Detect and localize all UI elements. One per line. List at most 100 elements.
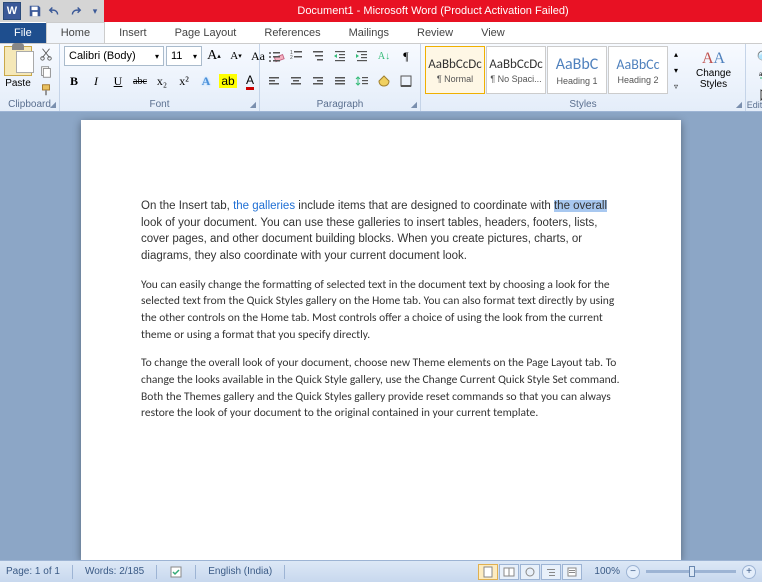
print-layout-view-icon[interactable] bbox=[478, 564, 498, 580]
clipboard-dialog-launcher-icon[interactable]: ◢ bbox=[50, 100, 56, 109]
format-painter-icon[interactable] bbox=[37, 82, 55, 98]
redo-icon[interactable] bbox=[66, 2, 84, 20]
zoom-level[interactable]: 100% bbox=[594, 566, 620, 577]
zoom-in-button[interactable]: + bbox=[742, 565, 756, 579]
group-label-paragraph: Paragraph bbox=[260, 99, 420, 110]
group-paragraph: 12 A↓ ¶ Paragraph ◢ bbox=[260, 44, 421, 111]
style-heading-1[interactable]: AaBbCHeading 1 bbox=[547, 46, 607, 94]
group-label-styles: Styles bbox=[421, 99, 745, 110]
font-size-combo[interactable]: 11▾ bbox=[166, 46, 202, 66]
status-words[interactable]: Words: 2/185 bbox=[85, 566, 144, 577]
ribbon: Paste Clipboard ◢ Calibri (Body)▾ 11▾ A▴… bbox=[0, 44, 762, 112]
subscript-button[interactable]: x₂ bbox=[152, 71, 172, 91]
status-language[interactable]: English (India) bbox=[208, 566, 272, 577]
group-label-font: Font bbox=[60, 99, 259, 110]
highlight-button[interactable]: ab bbox=[218, 71, 238, 91]
quick-access-toolbar: ▾ bbox=[26, 2, 104, 20]
cut-icon[interactable] bbox=[37, 46, 55, 62]
zoom-control: 100% − + bbox=[594, 565, 756, 579]
sort-button[interactable]: A↓ bbox=[374, 46, 394, 66]
group-styles: AaBbCcDc¶ Normal AaBbCcDc¶ No Spaci... A… bbox=[421, 44, 746, 111]
word-app-icon: W bbox=[3, 2, 21, 20]
title-bar: W ▾ Document1 - Microsoft Word (Product … bbox=[0, 0, 762, 22]
font-dialog-launcher-icon[interactable]: ◢ bbox=[250, 100, 256, 109]
line-spacing-button[interactable] bbox=[352, 71, 372, 91]
selected-text: the overall bbox=[554, 200, 607, 212]
svg-text:2: 2 bbox=[290, 55, 293, 61]
align-right-button[interactable] bbox=[308, 71, 328, 91]
find-icon[interactable]: 🔍 bbox=[757, 50, 762, 66]
copy-icon[interactable] bbox=[37, 64, 55, 80]
tab-insert[interactable]: Insert bbox=[105, 23, 161, 43]
view-buttons bbox=[478, 564, 582, 580]
superscript-button[interactable]: x² bbox=[174, 71, 194, 91]
zoom-slider-thumb[interactable] bbox=[689, 566, 695, 577]
paragraph-1[interactable]: On the Insert tab, the galleries include… bbox=[141, 198, 621, 265]
ribbon-tabs: File Home Insert Page Layout References … bbox=[0, 22, 762, 44]
paragraph-2[interactable]: You can easily change the formatting of … bbox=[141, 277, 621, 344]
zoom-slider[interactable] bbox=[646, 570, 736, 573]
align-left-button[interactable] bbox=[264, 71, 284, 91]
align-center-button[interactable] bbox=[286, 71, 306, 91]
styles-dialog-launcher-icon[interactable]: ◢ bbox=[736, 100, 742, 109]
shrink-font-button[interactable]: A▾ bbox=[226, 46, 246, 66]
paste-icon bbox=[4, 46, 32, 76]
styles-scroll-up-icon[interactable]: ▴ bbox=[669, 46, 683, 62]
change-styles-icon: AA bbox=[702, 50, 725, 68]
italic-button[interactable]: I bbox=[86, 71, 106, 91]
grow-font-button[interactable]: A▴ bbox=[204, 46, 224, 66]
paste-button[interactable]: Paste bbox=[4, 46, 32, 89]
justify-button[interactable] bbox=[330, 71, 350, 91]
web-layout-view-icon[interactable] bbox=[520, 564, 540, 580]
document-page[interactable]: On the Insert tab, the galleries include… bbox=[81, 120, 681, 560]
document-workspace: On the Insert tab, the galleries include… bbox=[0, 112, 762, 560]
group-editing: 🔍 ab Editing bbox=[746, 44, 762, 111]
hyperlink-galleries[interactable]: the galleries bbox=[233, 200, 295, 212]
tab-mailings[interactable]: Mailings bbox=[335, 23, 403, 43]
tab-references[interactable]: References bbox=[250, 23, 334, 43]
strikethrough-button[interactable]: abc bbox=[130, 71, 150, 91]
style-normal[interactable]: AaBbCcDc¶ Normal bbox=[425, 46, 485, 94]
save-icon[interactable] bbox=[26, 2, 44, 20]
multilevel-list-button[interactable] bbox=[308, 46, 328, 66]
group-label-editing: Editing bbox=[746, 100, 762, 110]
status-page[interactable]: Page: 1 of 1 bbox=[6, 566, 60, 577]
bold-button[interactable]: B bbox=[64, 71, 84, 91]
group-font: Calibri (Body)▾ 11▾ A▴ A▾ Aa B I U abc x… bbox=[60, 44, 260, 111]
shading-button[interactable] bbox=[374, 71, 394, 91]
style-no-spacing[interactable]: AaBbCcDc¶ No Spaci... bbox=[486, 46, 546, 94]
text-effects-button[interactable]: A bbox=[196, 71, 216, 91]
undo-icon[interactable] bbox=[46, 2, 64, 20]
replace-icon[interactable]: ab bbox=[758, 70, 762, 85]
bullets-button[interactable] bbox=[264, 46, 284, 66]
styles-more-icon[interactable]: ▿ bbox=[669, 78, 683, 94]
show-hide-button[interactable]: ¶ bbox=[396, 46, 416, 66]
decrease-indent-button[interactable] bbox=[330, 46, 350, 66]
draft-view-icon[interactable] bbox=[562, 564, 582, 580]
paragraph-3[interactable]: To change the overall look of your docum… bbox=[141, 355, 621, 422]
font-color-button[interactable]: A bbox=[240, 71, 260, 91]
numbering-button[interactable]: 12 bbox=[286, 46, 306, 66]
tab-view[interactable]: View bbox=[467, 23, 519, 43]
tab-file[interactable]: File bbox=[0, 23, 46, 43]
tab-page-layout[interactable]: Page Layout bbox=[161, 23, 251, 43]
zoom-out-button[interactable]: − bbox=[626, 565, 640, 579]
style-heading-2[interactable]: AaBbCcHeading 2 bbox=[608, 46, 668, 94]
styles-gallery[interactable]: AaBbCcDc¶ Normal AaBbCcDc¶ No Spaci... A… bbox=[425, 46, 683, 94]
window-title: Document1 - Microsoft Word (Product Acti… bbox=[104, 0, 762, 22]
underline-button[interactable]: U bbox=[108, 71, 128, 91]
paragraph-dialog-launcher-icon[interactable]: ◢ bbox=[411, 100, 417, 109]
full-screen-reading-view-icon[interactable] bbox=[499, 564, 519, 580]
group-clipboard: Paste Clipboard ◢ bbox=[0, 44, 60, 111]
change-styles-button[interactable]: AA Change Styles bbox=[686, 46, 741, 90]
styles-scroll-down-icon[interactable]: ▾ bbox=[669, 62, 683, 78]
increase-indent-button[interactable] bbox=[352, 46, 372, 66]
borders-button[interactable] bbox=[396, 71, 416, 91]
tab-review[interactable]: Review bbox=[403, 23, 467, 43]
tab-home[interactable]: Home bbox=[46, 22, 105, 43]
paste-label: Paste bbox=[5, 78, 31, 89]
qat-customize-icon[interactable]: ▾ bbox=[86, 2, 104, 20]
font-name-combo[interactable]: Calibri (Body)▾ bbox=[64, 46, 164, 66]
outline-view-icon[interactable] bbox=[541, 564, 561, 580]
status-proofing-icon[interactable] bbox=[169, 565, 183, 579]
